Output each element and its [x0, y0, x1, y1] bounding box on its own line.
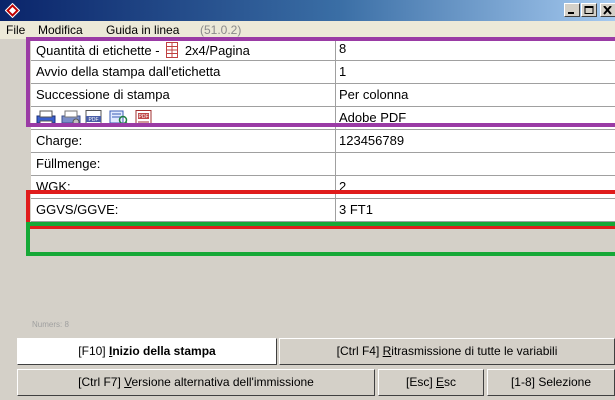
- print-order-value: Per colonna: [339, 87, 409, 102]
- alternative-version-button[interactable]: [Ctrl F7] Versione alternativa dell'immi…: [17, 369, 375, 396]
- row-label-cell: Quantità di etichette - 2x4/Pagina: [31, 38, 336, 60]
- label-layout: 2x4/Pagina: [184, 43, 250, 58]
- numbers-count-label: Numers: 8: [32, 320, 69, 329]
- value-cell[interactable]: 3 FT1: [337, 199, 615, 221]
- version-label: (51.0.2): [200, 23, 242, 37]
- svg-text:PDF: PDF: [89, 117, 99, 123]
- label-ggvs: GGVS/GGVE:: [36, 202, 119, 217]
- minimize-icon: [568, 12, 574, 14]
- value-cell[interactable]: [337, 153, 615, 175]
- menu-file[interactable]: File: [6, 23, 25, 37]
- label-fill-quantity: Füllmenge:: [36, 156, 101, 171]
- value-cell[interactable]: 2: [337, 176, 615, 198]
- close-icon: [603, 6, 612, 15]
- esc-button[interactable]: [Esc] Esc: [378, 369, 484, 396]
- title-bar: [0, 0, 615, 21]
- row-label-cell: Avvio della stampa dall'etichetta: [31, 61, 336, 83]
- table-row[interactable]: Successione di stampa Per colonna: [31, 84, 615, 107]
- value-cell[interactable]: 8: [337, 38, 615, 60]
- toolbar-cell: PDF PDF: [31, 107, 336, 129]
- table-row[interactable]: Füllmenge:: [31, 153, 615, 176]
- minimize-button[interactable]: [564, 3, 580, 17]
- value-cell[interactable]: 123456789: [337, 130, 615, 152]
- maximize-button[interactable]: [581, 3, 597, 17]
- label-print-order: Successione di stampa: [36, 87, 170, 102]
- quantity-value: 8: [339, 41, 347, 56]
- value-cell[interactable]: 1: [337, 61, 615, 83]
- ggvs-value: 3 FT1: [339, 202, 373, 217]
- label-sheet-icon: [166, 42, 179, 58]
- value-cell[interactable]: Per colonna: [337, 84, 615, 106]
- table-row[interactable]: Avvio della stampa dall'etichetta 1: [31, 61, 615, 84]
- label-start-label: Avvio della stampa dall'etichetta: [36, 64, 221, 79]
- table-row[interactable]: GGVS/GGVE: 3 FT1: [31, 199, 615, 222]
- row-label-cell: WGK:: [31, 176, 336, 198]
- selection-button[interactable]: [1-8] Selezione: [487, 369, 615, 396]
- row-label-cell: GGVS/GGVE:: [31, 199, 336, 221]
- menu-bar: File Modifica Guida in linea (51.0.2): [0, 21, 615, 39]
- retransmit-variables-button[interactable]: [Ctrl F4] Ritrasmissione di tutte le var…: [279, 338, 615, 365]
- printer-value: Adobe PDF: [339, 110, 407, 125]
- menu-edit[interactable]: Modifica: [38, 23, 83, 37]
- close-button[interactable]: [600, 3, 615, 17]
- start-label-value: 1: [339, 64, 347, 79]
- label-quantity: Quantità di etichette -: [36, 43, 160, 58]
- value-cell[interactable]: Adobe PDF: [337, 107, 615, 129]
- highlight-box-green: [26, 222, 615, 256]
- label-charge: Charge:: [36, 133, 83, 148]
- table-row[interactable]: WGK: 2: [31, 176, 615, 199]
- printer-settings-icon[interactable]: [60, 110, 82, 126]
- pdf-icon[interactable]: PDF: [85, 110, 103, 126]
- table-row[interactable]: Quantità di etichette - 2x4/Pagina 8: [31, 38, 615, 61]
- maximize-icon: [584, 6, 594, 14]
- wgk-value: 2: [339, 179, 347, 194]
- preview-icon[interactable]: [109, 110, 129, 126]
- table-row[interactable]: PDF PDF Adobe PDF: [31, 107, 615, 130]
- row-label-cell: Füllmenge:: [31, 153, 336, 175]
- start-print-button[interactable]: [F10] Inizio della stampa: [17, 338, 277, 365]
- row-label-cell: Successione di stampa: [31, 84, 336, 106]
- printer-icon[interactable]: [35, 110, 57, 126]
- app-diamond-icon[interactable]: [5, 3, 20, 18]
- svg-text:PDF: PDF: [139, 114, 149, 120]
- menu-help[interactable]: Guida in linea: [106, 23, 179, 37]
- row-label-cell: Charge:: [31, 130, 336, 152]
- label-wgk: WGK:: [36, 179, 71, 194]
- charge-value: 123456789: [339, 133, 405, 148]
- table-row[interactable]: Charge: 123456789: [31, 130, 615, 153]
- pdf-export-icon[interactable]: PDF: [135, 110, 153, 126]
